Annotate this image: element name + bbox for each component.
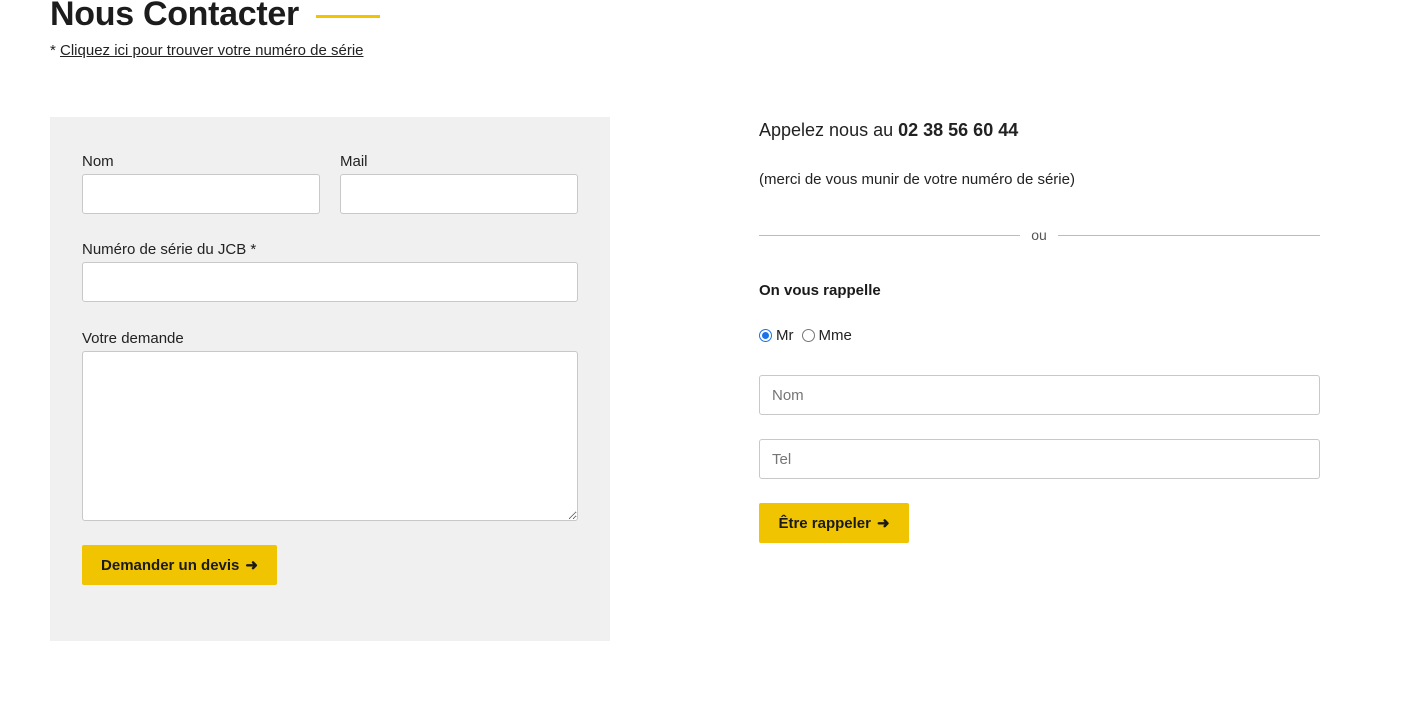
or-divider: ou: [759, 226, 1320, 246]
radio-mr[interactable]: Mr: [759, 327, 794, 344]
radio-mme[interactable]: Mme: [801, 327, 852, 344]
title-accent-line: [315, 14, 380, 18]
serial-hint: * Cliquez ici pour trouver votre numéro …: [50, 42, 364, 59]
nom-label: Nom: [82, 153, 114, 170]
call-us-prefix: Appelez nous au: [759, 120, 899, 140]
arrow-right-icon: ➜: [245, 557, 258, 574]
callback-title: On vous rappelle: [759, 282, 881, 299]
request-textarea[interactable]: [82, 351, 578, 521]
page-header: Nous Contacter: [50, 0, 380, 36]
civility-radio-group: Mr Mme: [759, 327, 860, 344]
radio-mr-circle[interactable]: [759, 329, 772, 342]
request-quote-button-label: Demander un devis: [101, 556, 240, 574]
mail-label: Mail: [340, 153, 368, 170]
call-us-line: Appelez nous au 02 38 56 60 44: [759, 120, 1018, 141]
page-title: Nous Contacter: [50, 0, 299, 33]
serial-hint-prefix: *: [50, 42, 61, 59]
callback-submit-button[interactable]: Être rappeler ➜: [759, 503, 909, 543]
arrow-right-icon: ➜: [876, 515, 890, 532]
serial-hint-link[interactable]: Cliquez ici pour trouver votre numéro de…: [60, 42, 363, 59]
radio-mme-label: Mme: [818, 327, 852, 344]
divider-line-left: [759, 235, 1020, 236]
divider-line-right: [1058, 235, 1320, 236]
callback-submit-label: Être rappeler: [778, 514, 871, 532]
callback-tel-input[interactable]: [759, 439, 1320, 479]
phone-number: 02 38 56 60 44: [898, 120, 1019, 140]
call-note: (merci de vous munir de votre numéro de …: [759, 171, 1075, 188]
request-quote-button[interactable]: Demander un devis ➜: [82, 545, 277, 585]
request-label: Votre demande: [82, 330, 184, 347]
divider-or-text: ou: [1031, 227, 1047, 243]
mail-input[interactable]: [340, 174, 578, 214]
quote-form-panel: Nom Mail Numéro de série du JCB * Votre …: [50, 117, 610, 641]
callback-nom-input[interactable]: [759, 375, 1320, 415]
radio-mme-circle[interactable]: [801, 329, 815, 342]
serial-input[interactable]: [82, 262, 578, 302]
radio-mr-label: Mr: [776, 327, 794, 344]
nom-input[interactable]: [82, 174, 320, 214]
serial-label: Numéro de série du JCB *: [82, 241, 257, 258]
